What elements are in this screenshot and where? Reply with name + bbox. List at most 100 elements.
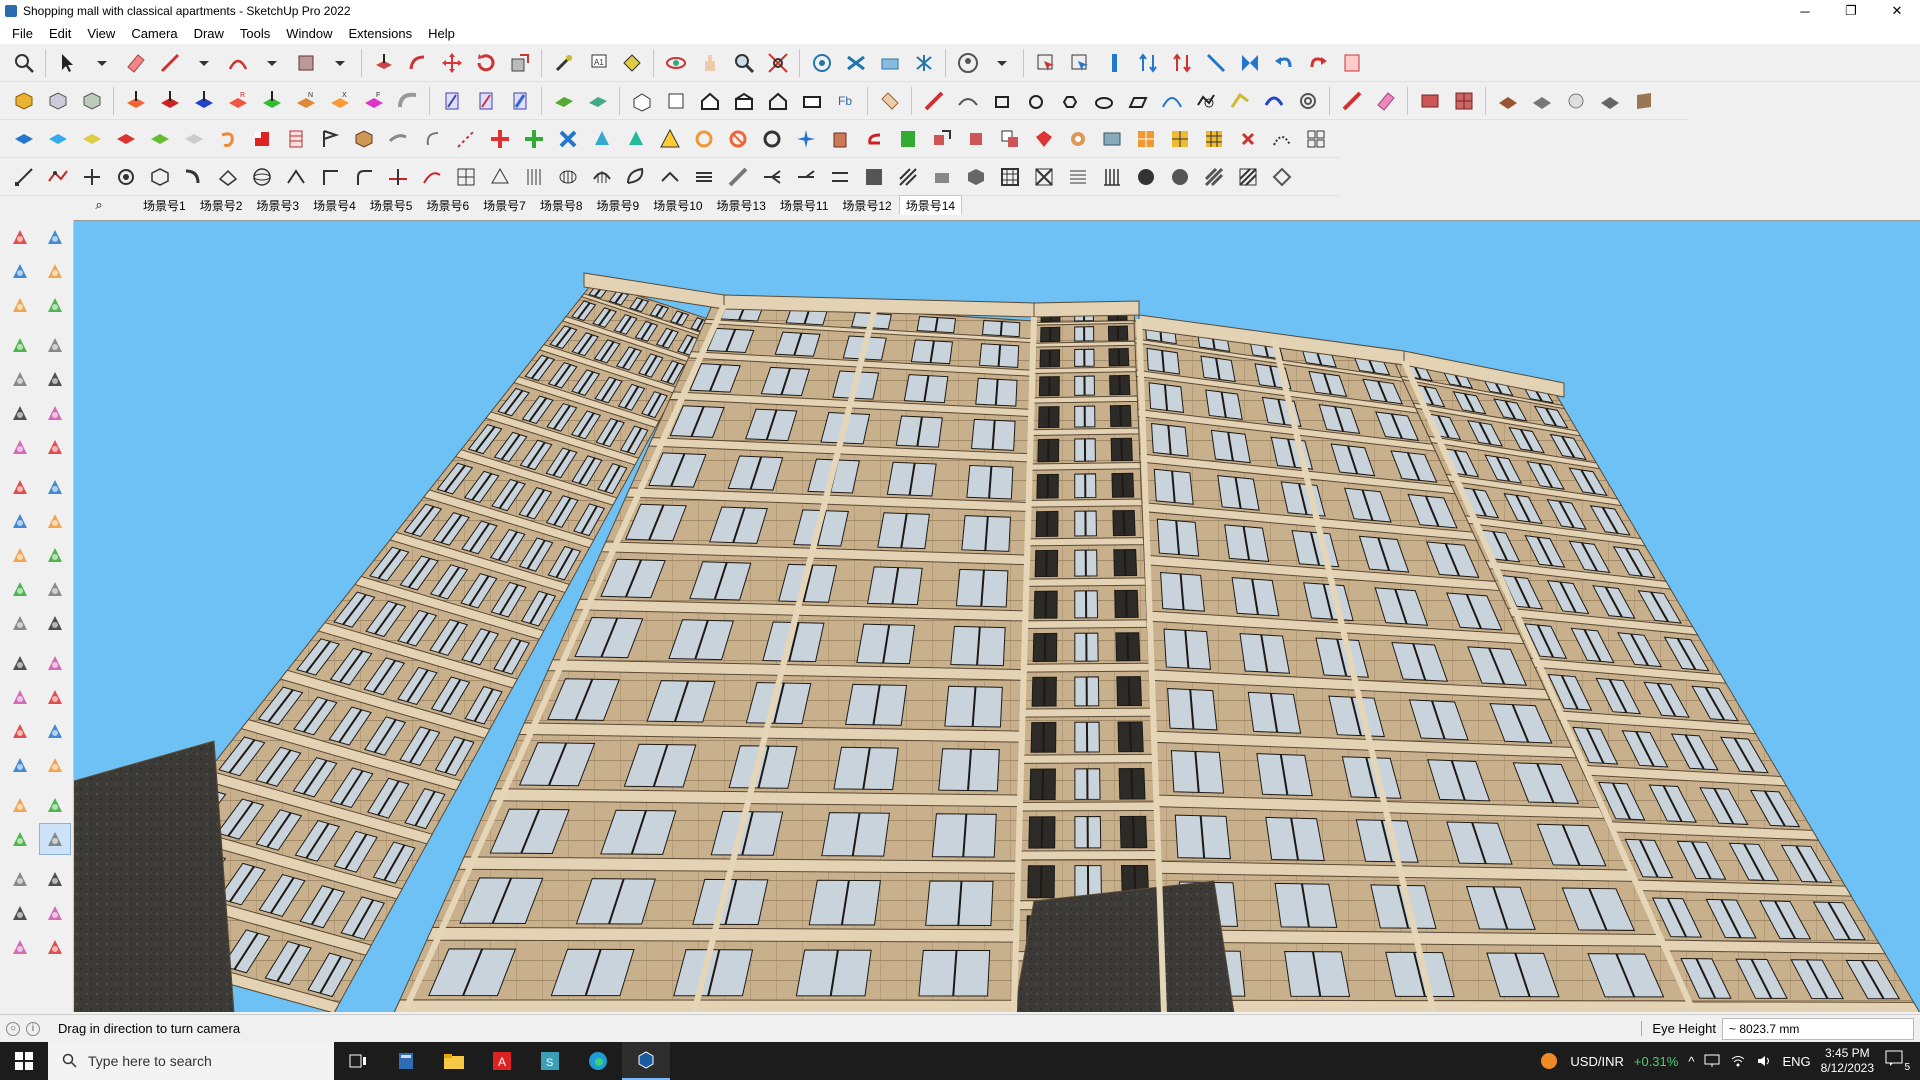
move-icon[interactable] — [4, 505, 36, 537]
spiral-icon[interactable] — [1292, 85, 1323, 116]
sketchup-taskbar-icon[interactable] — [622, 1042, 670, 1080]
scene-tab[interactable]: 场景号1 — [136, 195, 193, 215]
teal-cone-icon[interactable] — [620, 123, 651, 154]
arc-shape-icon[interactable] — [952, 85, 983, 116]
orbit-tool-icon[interactable] — [4, 715, 36, 747]
menu-extensions[interactable]: Extensions — [341, 26, 421, 41]
section-c-icon[interactable] — [504, 85, 535, 116]
cylinder-ribs-icon[interactable] — [552, 161, 583, 192]
extension-manager-icon[interactable] — [39, 931, 71, 963]
menu-help[interactable]: Help — [420, 26, 463, 41]
flat-panel-icon[interactable] — [1096, 123, 1127, 154]
extend-icon[interactable] — [416, 161, 447, 192]
pan-icon[interactable] — [694, 47, 725, 78]
material-brick-icon[interactable] — [1414, 85, 1445, 116]
blue-tile-2-icon[interactable] — [42, 123, 73, 154]
rectangle-icon[interactable] — [290, 47, 321, 78]
layout-send-icon[interactable] — [874, 47, 905, 78]
flag-icon[interactable] — [314, 123, 345, 154]
extension-warehouse-icon[interactable] — [39, 897, 71, 929]
fork-3-icon[interactable] — [824, 161, 855, 192]
scene-tab[interactable]: 场景号7 — [476, 195, 533, 215]
curve-points-icon[interactable] — [1266, 123, 1297, 154]
compass-icon[interactable] — [790, 123, 821, 154]
orange-grid-icon[interactable] — [1130, 123, 1161, 154]
section-plane-icon[interactable] — [39, 863, 71, 895]
globe-dark-2-icon[interactable] — [1164, 161, 1195, 192]
axes-icon[interactable] — [4, 681, 36, 713]
grid-dark-icon[interactable] — [994, 161, 1025, 192]
top-view-icon[interactable] — [660, 85, 691, 116]
hatch-2-icon[interactable] — [1232, 161, 1263, 192]
text-icon[interactable]: A1 — [582, 47, 613, 78]
move-icon[interactable] — [436, 47, 467, 78]
menu-draw[interactable]: Draw — [186, 26, 232, 41]
plugin-vertical-icon[interactable] — [1098, 47, 1129, 78]
calculator-icon[interactable] — [382, 1042, 430, 1080]
polyline-shape-icon[interactable] — [1190, 85, 1221, 116]
curve-blue-icon[interactable] — [1156, 85, 1187, 116]
menu-file[interactable]: File — [4, 26, 41, 41]
chevron-up-icon[interactable]: ^ — [1688, 1054, 1694, 1069]
section-a-icon[interactable] — [436, 85, 467, 116]
cloud-icon[interactable] — [1266, 161, 1297, 192]
two-point-arc-icon[interactable] — [39, 431, 71, 463]
text-icon[interactable] — [39, 647, 71, 679]
arc-icon[interactable] — [4, 431, 36, 463]
layout-icon[interactable] — [4, 931, 36, 963]
scale-icon[interactable] — [504, 47, 535, 78]
rotate-icon[interactable] — [4, 539, 36, 571]
plugin-bowtie-icon[interactable] — [1234, 47, 1265, 78]
paint-bucket-icon[interactable] — [616, 47, 647, 78]
scene-tab[interactable]: 场景号12 — [835, 195, 898, 215]
red-pencil-icon[interactable] — [918, 85, 949, 116]
zoom-window-icon[interactable] — [39, 749, 71, 781]
pan-icon[interactable] — [39, 715, 71, 747]
position-camera-icon[interactable] — [4, 823, 36, 855]
scene-tab[interactable]: 场景号5 — [363, 195, 420, 215]
menu-window[interactable]: Window — [278, 26, 340, 41]
fork-icon[interactable] — [756, 161, 787, 192]
square-shape-icon[interactable] — [986, 85, 1017, 116]
component-arrow-icon[interactable] — [926, 123, 957, 154]
display-icon[interactable] — [1704, 1054, 1720, 1068]
red-diagonal-icon[interactable] — [1336, 85, 1367, 116]
split-line-icon[interactable] — [76, 161, 107, 192]
rectangle-icon[interactable] — [4, 363, 36, 395]
menu-camera[interactable]: Camera — [123, 26, 185, 41]
paint-bucket-icon[interactable] — [4, 255, 36, 287]
three-point-arc-icon[interactable] — [4, 471, 36, 503]
clock[interactable]: 3:45 PM 8/12/2023 — [1821, 1046, 1874, 1076]
undo-icon[interactable] — [1268, 47, 1299, 78]
pencil-dropdown-icon[interactable] — [188, 47, 219, 78]
shell-icon[interactable] — [212, 161, 243, 192]
push-pull-icon[interactable] — [39, 505, 71, 537]
bezier-blue-icon[interactable] — [1258, 85, 1289, 116]
corner-icon[interactable] — [314, 161, 345, 192]
scene-tab[interactable]: 场景号2 — [193, 195, 250, 215]
scene-tab[interactable]: 场景号10 — [646, 195, 709, 215]
red-cross-icon[interactable] — [484, 123, 515, 154]
normal-push-pull-icon[interactable]: R — [222, 85, 253, 116]
tag-tool-icon[interactable] — [874, 85, 905, 116]
freehand-icon[interactable] — [39, 329, 71, 361]
model-viewport[interactable] — [74, 220, 1920, 1012]
hatch-icon[interactable] — [1198, 161, 1229, 192]
green-tree-icon[interactable] — [892, 123, 923, 154]
protractor-icon[interactable] — [4, 647, 36, 679]
plugin-arrows-red-icon[interactable] — [1166, 47, 1197, 78]
follow-me-icon[interactable] — [39, 539, 71, 571]
zoom-extents-icon[interactable] — [4, 789, 36, 821]
chain-icon[interactable] — [382, 123, 413, 154]
cube-outline-icon[interactable] — [144, 161, 175, 192]
extrude-x-icon[interactable]: X — [324, 85, 355, 116]
green-cross-icon[interactable] — [518, 123, 549, 154]
green-tile-icon[interactable] — [144, 123, 175, 154]
slash-icon[interactable] — [722, 161, 753, 192]
columns-icon[interactable] — [1096, 161, 1127, 192]
red-gem-icon[interactable] — [1028, 123, 1059, 154]
info-icon[interactable]: i — [26, 1021, 40, 1036]
terrain-4-icon[interactable] — [1628, 85, 1659, 116]
material-grid-icon[interactable] — [1448, 85, 1479, 116]
rotated-rectangle-icon[interactable] — [39, 363, 71, 395]
